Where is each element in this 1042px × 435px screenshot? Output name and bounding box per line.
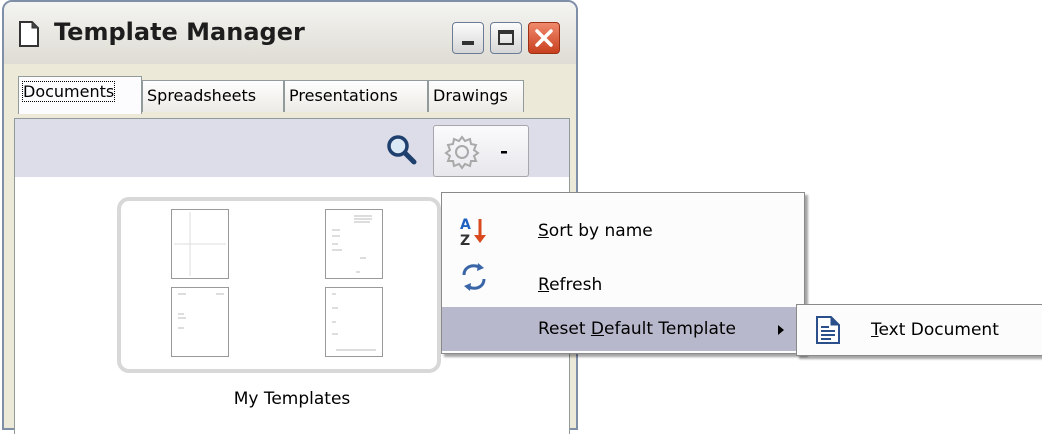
tab-label: Documents (21, 81, 116, 102)
close-icon (535, 29, 553, 47)
submenu: Text Document (796, 304, 1042, 356)
text-document-icon (816, 316, 840, 344)
search-icon[interactable] (385, 133, 417, 165)
menu-item-label: Sort by name (538, 209, 653, 253)
template-thumbnail (325, 287, 383, 357)
gear-icon (444, 135, 480, 170)
tab-drawings[interactable]: Drawings (428, 80, 524, 112)
mnemonic: R (538, 275, 550, 295)
tab-documents[interactable]: Documents (18, 76, 142, 114)
menu-item-reset-default-template[interactable]: Reset Default Template (442, 307, 804, 351)
sort-az-icon: A Z (460, 217, 486, 247)
minimize-icon (462, 41, 474, 45)
tab-bar: Documents Spreadsheets Presentations Dra… (14, 74, 570, 120)
menu-item-label: Refresh (538, 263, 602, 307)
document-icon (19, 21, 39, 47)
label-rest: ext Document (878, 320, 999, 340)
folder-label: My Templates (233, 389, 351, 409)
submenu-item-label: Text Document (871, 305, 999, 355)
menu-item-refresh[interactable]: Refresh (442, 263, 804, 307)
tab-presentations[interactable]: Presentations (284, 80, 428, 112)
maximize-icon (498, 30, 514, 45)
caret-down-icon (501, 151, 507, 154)
close-button[interactable] (528, 22, 560, 54)
mnemonic: D (590, 319, 604, 339)
menu-item-label: Reset Default Template (538, 307, 736, 351)
action-menu-button[interactable] (433, 125, 529, 177)
tab-label: Spreadsheets (147, 86, 257, 105)
svg-text:Z: Z (460, 233, 470, 247)
maximize-button[interactable] (490, 22, 522, 54)
template-thumbnail (171, 209, 229, 279)
submenu-item-text-document[interactable]: Text Document (797, 305, 1042, 355)
submenu-arrow-icon (778, 325, 784, 335)
title-bar[interactable]: Template Manager (4, 2, 576, 64)
window-title: Template Manager (54, 18, 305, 46)
label-rest: ort by name (548, 221, 653, 241)
svg-text:A: A (460, 217, 471, 233)
thumbnail-preview (332, 215, 372, 273)
label-rest: efault Template (604, 319, 736, 339)
tab-label: Drawings (433, 86, 508, 105)
mnemonic: T (871, 320, 879, 340)
mnemonic: S (538, 221, 549, 241)
context-menu: A Z Sort by name Refresh Reset Default T… (441, 192, 805, 354)
label-pre: Reset (538, 319, 591, 339)
folder-my-templates[interactable] (117, 197, 441, 373)
thumbnail-preview (178, 293, 224, 329)
thumbnail-preview (174, 212, 226, 276)
tab-label: Presentations (289, 86, 398, 105)
template-thumbnail (325, 209, 383, 279)
refresh-icon (462, 263, 486, 291)
tab-spreadsheets[interactable]: Spreadsheets (142, 80, 284, 112)
thumbnail-preview (332, 293, 376, 351)
toolbar (15, 119, 569, 177)
template-thumbnail (171, 287, 229, 357)
label-rest: efresh (549, 275, 603, 295)
minimize-button[interactable] (452, 22, 484, 54)
menu-item-sort-by-name[interactable]: A Z Sort by name (442, 209, 804, 253)
